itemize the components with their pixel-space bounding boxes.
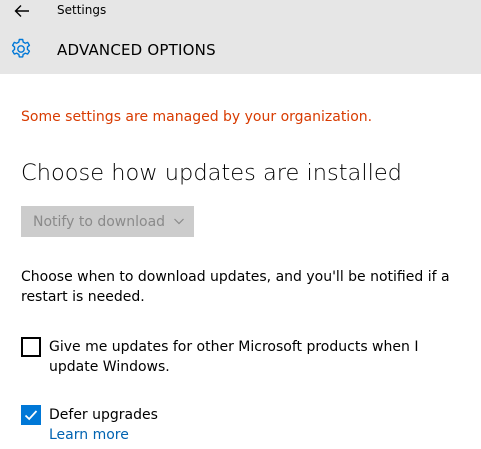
section-heading: Choose how updates are installed: [21, 160, 402, 186]
defer-upgrades-checkbox[interactable]: [21, 405, 41, 425]
install-description: Choose when to download updates, and you…: [21, 269, 450, 305]
title-bar: Settings ADVANCED OPTIONS: [0, 0, 481, 74]
checkmark-icon: [24, 410, 38, 421]
window-title: Settings: [57, 3, 107, 17]
gear-icon: [11, 38, 31, 58]
other-products-checkbox[interactable]: [21, 337, 41, 357]
dropdown-selected-value: Notify to download: [33, 213, 166, 230]
managed-notice: Some settings are managed by your organi…: [21, 109, 373, 125]
install-method-dropdown[interactable]: Notify to download: [21, 206, 194, 237]
other-products-label[interactable]: Give me updates for other Microsoft prod…: [49, 337, 469, 377]
page-title: ADVANCED OPTIONS: [57, 41, 216, 59]
back-button[interactable]: [12, 2, 32, 20]
defer-upgrades-label[interactable]: Defer upgrades: [49, 405, 158, 425]
back-arrow-icon: [14, 5, 29, 17]
learn-more-link[interactable]: Learn more: [49, 425, 129, 445]
chevron-down-icon: [174, 218, 184, 225]
